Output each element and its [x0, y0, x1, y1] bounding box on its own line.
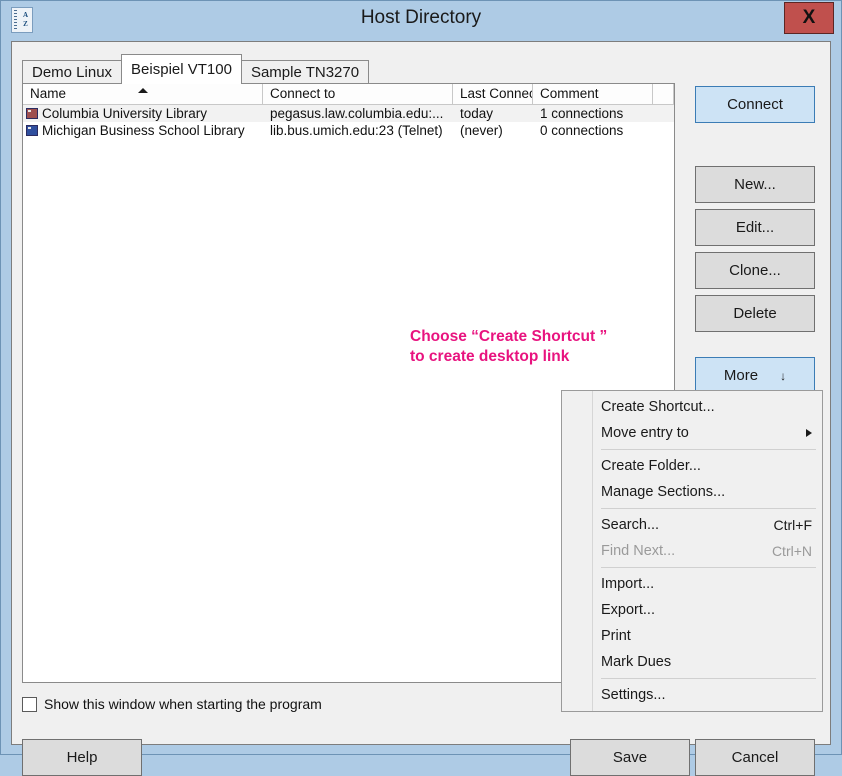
client-area: Demo Linux Beispiel VT100 Sample TN3270 …: [11, 41, 831, 776]
host-directory-window: AZ Host Directory X Demo Linux Beispiel …: [0, 0, 842, 776]
menu-item-label: Create Folder...: [601, 458, 701, 474]
menu-item-label: Find Next...: [601, 543, 676, 559]
chevron-right-icon: [806, 429, 812, 437]
row-comment: 0 connections: [540, 123, 624, 138]
table-row[interactable]: Michigan Business School Library lib.bus…: [23, 122, 674, 139]
menu-item-label: Import...: [601, 576, 655, 592]
menu-item-manage-sections[interactable]: Manage Sections...: [562, 479, 822, 505]
menu-item-search[interactable]: Search... Ctrl+F: [562, 512, 822, 538]
row-last-connect: today: [460, 106, 494, 121]
menu-item-create-shortcut[interactable]: Create Shortcut...: [562, 394, 822, 420]
more-button[interactable]: More ↓: [695, 357, 815, 394]
new-button[interactable]: New...: [695, 166, 815, 203]
menu-item-label: Manage Sections...: [601, 484, 726, 500]
column-header-connect-to[interactable]: Connect to: [263, 84, 453, 104]
row-name: Columbia University Library: [42, 106, 208, 121]
menu-item-create-folder[interactable]: Create Folder...: [562, 453, 822, 479]
tab-sample-tn3270[interactable]: Sample TN3270: [240, 60, 370, 84]
menu-item-label: Create Shortcut...: [601, 399, 715, 415]
column-header-last-connect[interactable]: Last Connect: [453, 84, 533, 104]
menu-item-accelerator: Ctrl+N: [771, 543, 812, 559]
row-comment: 1 connections: [540, 106, 624, 121]
menu-separator: [601, 508, 816, 509]
table-row[interactable]: Columbia University Library pegasus.law.…: [23, 105, 674, 122]
menu-item-move-entry-to[interactable]: Move entry to: [562, 420, 822, 446]
tab-strip: Demo Linux Beispiel VT100 Sample TN3270: [22, 54, 370, 84]
row-connect-to: lib.bus.umich.edu:23 (Telnet): [270, 123, 443, 138]
title-bar: AZ Host Directory X: [1, 1, 841, 39]
save-button[interactable]: Save: [570, 739, 690, 776]
menu-item-label: Mark Dues: [601, 654, 672, 670]
menu-item-settings[interactable]: Settings...: [562, 682, 822, 708]
column-header-name[interactable]: Name: [23, 84, 263, 104]
menu-item-label: Move entry to: [601, 425, 689, 441]
menu-item-mark-dues[interactable]: Mark Dues: [562, 649, 822, 675]
menu-item-accelerator: Ctrl+F: [773, 517, 813, 533]
clone-button[interactable]: Clone...: [695, 252, 815, 289]
show-on-startup-label: Show this window when starting the progr…: [44, 696, 322, 712]
row-name: Michigan Business School Library: [42, 123, 245, 138]
row-last-connect: (never): [460, 123, 503, 138]
sort-ascending-icon: [137, 88, 148, 93]
column-header-spacer[interactable]: [653, 84, 674, 104]
tab-beispiel-vt100[interactable]: Beispiel VT100: [121, 54, 242, 84]
delete-button[interactable]: Delete: [695, 295, 815, 332]
arrow-down-icon: ↓: [780, 368, 787, 383]
menu-separator: [601, 678, 816, 679]
menu-item-label: Search...: [601, 517, 660, 533]
connect-button[interactable]: Connect: [695, 86, 815, 123]
menu-item-label: Export...: [601, 602, 655, 618]
column-header-comment[interactable]: Comment: [533, 84, 653, 104]
row-connect-to: pegasus.law.columbia.edu:...: [270, 106, 444, 121]
checkbox-box[interactable]: [22, 696, 37, 712]
page-title: Host Directory: [360, 7, 482, 28]
menu-item-print[interactable]: Print: [562, 623, 822, 649]
terminal-icon: [26, 108, 38, 119]
column-header-name-label: Name: [30, 86, 67, 101]
more-context-menu: Create Shortcut... Move entry to Create …: [561, 390, 823, 712]
menu-item-import[interactable]: Import...: [562, 571, 822, 597]
close-icon[interactable]: X: [784, 2, 834, 34]
menu-item-export[interactable]: Export...: [562, 597, 822, 623]
menu-item-label: Settings...: [601, 687, 666, 703]
show-on-startup-checkbox[interactable]: Show this window when starting the progr…: [22, 696, 322, 712]
edit-button[interactable]: Edit...: [695, 209, 815, 246]
menu-item-find-next: Find Next... Ctrl+N: [562, 538, 822, 564]
list-header-row: Name Connect to Last Connect Comment: [23, 84, 674, 105]
menu-separator: [601, 567, 816, 568]
more-button-label: More: [723, 367, 759, 384]
cancel-button[interactable]: Cancel: [695, 739, 815, 776]
help-button[interactable]: Help: [22, 739, 142, 776]
tab-demo-linux[interactable]: Demo Linux: [22, 60, 123, 84]
menu-item-label: Print: [601, 628, 631, 644]
annotation-text: Choose “Create Shortcut ” to create desk…: [410, 328, 608, 365]
terminal-icon: [26, 125, 38, 136]
menu-separator: [601, 449, 816, 450]
